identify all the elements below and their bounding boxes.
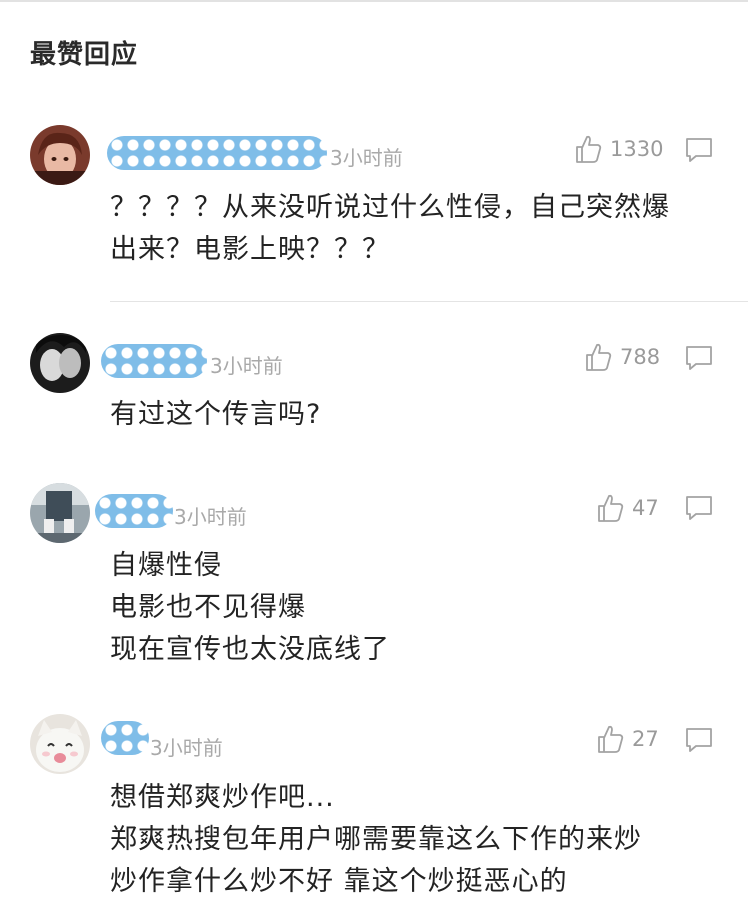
- username-redacted[interactable]: [107, 136, 327, 170]
- reply-button[interactable]: [684, 136, 714, 164]
- reply-button[interactable]: [684, 344, 714, 372]
- comment-divider: [110, 301, 748, 302]
- like-count: 788: [620, 345, 661, 369]
- comment-time: 3小时前: [210, 354, 283, 378]
- comment-line: 有过这个传言吗?: [110, 399, 322, 430]
- like-button[interactable]: 27: [596, 724, 659, 754]
- like-count: 47: [632, 496, 659, 520]
- comment-line: 电影也不见得爆: [110, 592, 306, 623]
- comment-bubble-icon: [686, 138, 712, 162]
- reply-button[interactable]: [684, 494, 714, 522]
- username-redacted[interactable]: [101, 344, 207, 378]
- comment-line: ？？？？从来没听说过什么性侵，自己突然爆: [110, 192, 670, 223]
- top-divider: [0, 0, 748, 2]
- comment-text: 想借郑爽炒作吧... 郑爽热搜包年用户哪需要靠这么下作的来炒 炒作拿什么炒不好 …: [110, 777, 720, 903]
- comment-bubble-icon: [686, 346, 712, 370]
- thumbs-up-icon: [598, 725, 624, 753]
- comment-bubble-icon: [686, 728, 712, 752]
- like-button[interactable]: 788: [584, 342, 660, 372]
- reply-button[interactable]: [684, 726, 714, 754]
- like-count: 1330: [610, 137, 664, 161]
- avatar[interactable]: [30, 333, 90, 393]
- comment-line: 出来？电影上映？？？: [110, 234, 390, 265]
- comment-time: 3小时前: [150, 736, 223, 760]
- comment-time: 3小时前: [330, 146, 403, 170]
- like-count: 27: [632, 727, 659, 751]
- like-button[interactable]: 1330: [574, 134, 663, 164]
- thumbs-up-icon: [586, 343, 612, 371]
- avatar[interactable]: [30, 714, 90, 774]
- comment-line: 炒作拿什么炒不好 靠这个炒挺恶心的: [110, 866, 568, 897]
- comment-text: ？？？？从来没听说过什么性侵，自己突然爆 出来？电影上映？？？: [110, 187, 720, 271]
- comment-line: 想借郑爽炒作吧...: [110, 782, 335, 813]
- comment-text: 自爆性侵 电影也不见得爆 现在宣传也太没底线了: [110, 545, 720, 671]
- comment-line: 现在宣传也太没底线了: [110, 634, 390, 665]
- like-button[interactable]: 47: [596, 493, 659, 523]
- comment-text: 有过这个传言吗?: [110, 394, 720, 436]
- section-title: 最赞回应: [30, 40, 139, 70]
- avatar[interactable]: [30, 483, 90, 543]
- comment-time: 3小时前: [174, 505, 247, 529]
- comment-bubble-icon: [686, 496, 712, 520]
- thumbs-up-icon: [598, 494, 624, 522]
- username-redacted[interactable]: [101, 721, 149, 755]
- thumbs-up-icon: [576, 135, 602, 163]
- username-redacted[interactable]: [95, 494, 173, 528]
- avatar[interactable]: [30, 125, 90, 185]
- comment-line: 自爆性侵: [110, 550, 222, 581]
- comment-line: 郑爽热搜包年用户哪需要靠这么下作的来炒: [110, 824, 642, 855]
